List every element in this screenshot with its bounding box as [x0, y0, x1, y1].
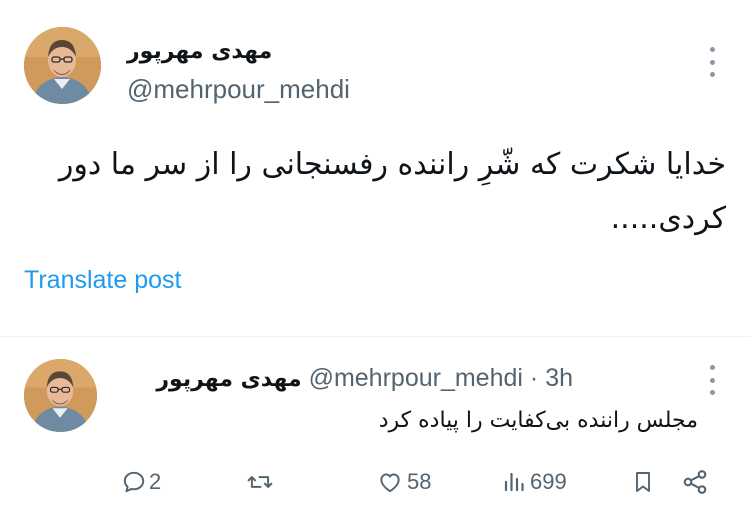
tweet-screenshot: مهدی مهرپور @mehrpour_mehdi خدایا شکرت ک…	[0, 0, 750, 520]
retweet-button[interactable]	[246, 464, 280, 500]
tweet-text: خدایا شکرت که شّرِ راننده رفسنجانی را از…	[26, 138, 726, 246]
translate-post-link[interactable]: Translate post	[24, 266, 181, 295]
share-icon	[683, 470, 707, 494]
author-avatar[interactable]	[24, 27, 101, 104]
reply-author-avatar[interactable]	[24, 359, 97, 432]
reply-button[interactable]: 2	[121, 464, 161, 500]
views-icon	[504, 472, 524, 492]
bookmark-button[interactable]	[631, 464, 655, 500]
reply-icon	[123, 471, 145, 493]
share-button[interactable]	[681, 464, 709, 500]
reply-count: 2	[149, 469, 162, 494]
action-bar: 2 58 699	[0, 464, 750, 500]
bookmark-icon	[636, 472, 650, 492]
reply-separator: ·	[529, 364, 539, 392]
tweet-text-line: کردی.....	[610, 201, 726, 236]
like-count: 58	[407, 469, 432, 494]
more-icon[interactable]	[707, 47, 717, 77]
reply-author-name[interactable]: مهدی مهرپور	[156, 367, 301, 392]
reply-time[interactable]: 3h	[545, 364, 573, 392]
reply-header: مهدی مهرپور @mehrpour_mehdi · 3h	[156, 364, 573, 393]
reply-more-icon[interactable]	[707, 365, 717, 395]
divider	[0, 336, 750, 337]
retweet-icon	[247, 476, 273, 488]
views-button[interactable]: 699	[502, 464, 567, 500]
tweet-text-line: خدایا شکرت که شّرِ راننده رفسنجانی را از…	[58, 147, 726, 182]
like-button[interactable]: 58	[377, 464, 431, 500]
author-name[interactable]: مهدی مهرپور	[127, 39, 272, 64]
views-count: 699	[530, 469, 567, 494]
author-handle[interactable]: @mehrpour_mehdi	[127, 74, 350, 105]
heart-icon	[380, 473, 400, 493]
reply-text: مجلس راننده بی‌کفایت را پیاده کرد	[378, 408, 698, 433]
reply-author-handle[interactable]: @mehrpour_mehdi	[309, 364, 523, 392]
